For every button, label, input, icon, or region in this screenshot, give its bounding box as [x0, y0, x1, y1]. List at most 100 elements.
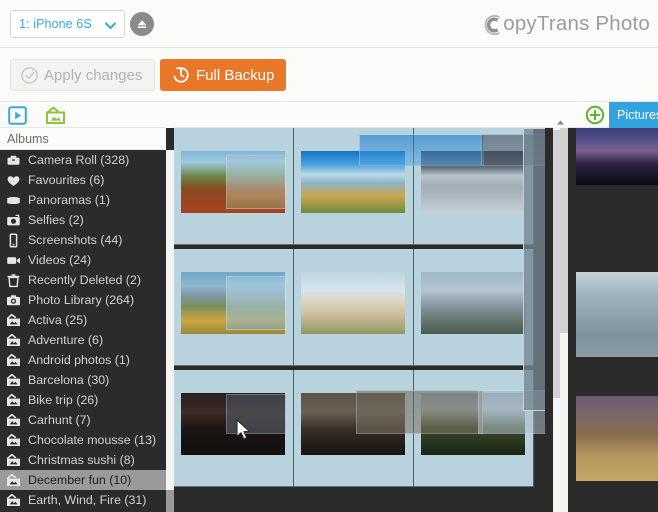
album-icon: [6, 453, 21, 468]
photo-cell[interactable]: [294, 491, 413, 512]
album-icon: [6, 333, 21, 348]
panorama-icon: [6, 193, 21, 208]
photo-cell[interactable]: [294, 128, 414, 245]
sidebar-item[interactable]: December fun (10): [0, 470, 166, 490]
sidebar-item-label: Carhunt (7): [28, 413, 91, 427]
albums-list[interactable]: Camera Roll (328) Favourites (6) Panoramas…: [0, 150, 166, 512]
sidebar-item[interactable]: Screenshots (44): [0, 230, 166, 250]
pictures-panel-item[interactable]: [568, 128, 658, 252]
photo-thumbnail[interactable]: [301, 393, 405, 455]
sidebar-item-label: Screenshots (44): [28, 233, 123, 247]
photo-grid-row: [174, 370, 553, 491]
photo-thumbnail[interactable]: [181, 151, 285, 213]
grid-right-gap: [545, 128, 553, 512]
sidebar-item[interactable]: Camera Roll (328): [0, 150, 166, 170]
photo-grid[interactable]: [174, 128, 553, 512]
cell-separator: [533, 249, 534, 366]
albums-sidebar: Albums Camera Roll (328) Favourites (6) Pa…: [0, 128, 166, 512]
sidebar-item-label: Activa (25): [28, 313, 88, 327]
pictures-panel-item[interactable]: [568, 500, 658, 512]
sidebar-item[interactable]: Recently Deleted (2): [0, 270, 166, 290]
sidebar-item[interactable]: Barcelona (30): [0, 370, 166, 390]
photo-cell[interactable]: [174, 128, 294, 245]
photo-thumbnail[interactable]: [301, 272, 405, 334]
sidebar-item[interactable]: Christmas sushi (8): [0, 450, 166, 470]
history-restore-icon: [172, 66, 190, 84]
copytrans-photo-window: 1: iPhone 6S opyTrans Photo Apply change…: [0, 0, 658, 512]
c-logo-icon: [479, 12, 505, 38]
sidebar-item[interactable]: Photo Library (264): [0, 290, 166, 310]
album-icon: [6, 373, 21, 388]
photo-thumbnail[interactable]: [421, 393, 525, 455]
person-misty-lake[interactable]: [576, 272, 658, 357]
sidebar-item[interactable]: Videos (24): [0, 250, 166, 270]
photo-cell[interactable]: [174, 491, 293, 512]
photo-cell[interactable]: [294, 249, 414, 366]
photo-thumbnail[interactable]: [421, 151, 525, 213]
cell-separator: [533, 370, 534, 487]
sidebar-item[interactable]: Panoramas (1): [0, 190, 166, 210]
photo-cell[interactable]: [414, 370, 534, 487]
sidebar-item-label: Videos (24): [28, 253, 92, 267]
night-castle-garden: [421, 393, 525, 455]
full-backup-button[interactable]: Full Backup: [160, 59, 287, 91]
sidebar-item-label: Selfies (2): [28, 213, 84, 227]
slideshow-play-icon[interactable]: [8, 106, 27, 125]
albums-scrollbar-thumb[interactable]: [166, 490, 174, 512]
sidebar-item[interactable]: Chocolate mousse (13): [0, 430, 166, 450]
sidebar-item-label: Christmas sushi (8): [28, 453, 135, 467]
photo-grid-row: [174, 249, 553, 370]
sidebar-item[interactable]: Bike trip (26): [0, 390, 166, 410]
sidebar-item-label: Favourites (6): [28, 173, 105, 187]
heart-icon: [6, 173, 21, 188]
sidebar-item-label: Chocolate mousse (13): [28, 433, 157, 447]
sidebar-item[interactable]: Selfies (2): [0, 210, 166, 230]
right-tool-strip: Pictures: [568, 102, 658, 128]
camera-icon: [6, 293, 21, 308]
caret-up-icon: [557, 120, 564, 125]
photo-thumbnail[interactable]: [301, 151, 405, 213]
sidebar-item[interactable]: Carhunt (7): [0, 410, 166, 430]
photo-thumbnail[interactable]: [181, 393, 285, 455]
photo-cell[interactable]: [174, 249, 294, 366]
sidebar-item[interactable]: Adventure (6): [0, 330, 166, 350]
left-tool-strip: [0, 102, 558, 128]
photo-cell[interactable]: [294, 370, 414, 487]
deer-in-field[interactable]: [576, 396, 658, 481]
pictures-panel-item[interactable]: [568, 376, 658, 500]
pictures-panel[interactable]: [568, 128, 658, 512]
pictures-panel-item[interactable]: [568, 252, 658, 376]
photo-thumbnail[interactable]: [181, 272, 285, 334]
eject-device-button[interactable]: [130, 12, 154, 36]
pictures-scrollbar-thumb[interactable]: [560, 128, 568, 333]
app-logo: opyTrans Photo: [479, 8, 650, 40]
vineyard-terraces-lake: [181, 272, 285, 334]
sidebar-item[interactable]: Earth, Wind, Fire (31): [0, 490, 166, 510]
photo-cell[interactable]: [414, 128, 534, 245]
add-circle-icon[interactable]: [585, 105, 605, 125]
tool-strip-divider: [166, 102, 174, 128]
photo-cell[interactable]: [414, 249, 534, 366]
sidebar-item[interactable]: Android photos (1): [0, 350, 166, 370]
photo-cell[interactable]: [174, 370, 294, 487]
device-selector[interactable]: 1: iPhone 6S: [10, 10, 125, 38]
camera-roll-icon: [6, 153, 21, 168]
album-icon: [6, 433, 21, 448]
full-backup-label: Full Backup: [196, 66, 275, 84]
album-icon: [6, 313, 21, 328]
photo-thumbnail[interactable]: [421, 272, 525, 334]
misty-mountain-lake: [421, 151, 525, 213]
photo-grid-row: [174, 128, 553, 249]
apply-changes-button[interactable]: Apply changes: [10, 59, 156, 91]
sidebar-item[interactable]: Activa (25): [0, 310, 166, 330]
apply-changes-label: Apply changes: [44, 66, 143, 84]
sidebar-item-label: Recently Deleted (2): [28, 273, 141, 287]
albums-scrollbar-track[interactable]: [166, 150, 174, 512]
photo-cell[interactable]: [414, 491, 533, 512]
milky-way-night[interactable]: [576, 128, 658, 185]
sidebar-item-label: Panoramas (1): [28, 193, 110, 207]
sidebar-item[interactable]: Favourites (6): [0, 170, 166, 190]
album-icon: [6, 413, 21, 428]
new-album-icon[interactable]: [45, 106, 65, 125]
tab-pictures[interactable]: Pictures: [609, 102, 658, 128]
